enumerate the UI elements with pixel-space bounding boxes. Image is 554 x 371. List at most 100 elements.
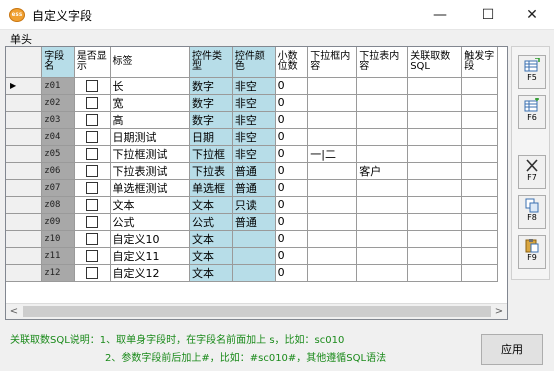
droptable-content-cell[interactable]	[356, 111, 409, 129]
decimals-cell[interactable]: 0	[275, 145, 309, 163]
control-type-cell[interactable]: 下拉框	[189, 145, 233, 163]
label-cell[interactable]: 公式	[110, 213, 191, 231]
col-header-related-sql[interactable]: 关联取数SQL	[407, 47, 463, 78]
label-cell[interactable]: 高	[110, 111, 191, 129]
show-checkbox-cell[interactable]	[74, 264, 111, 282]
label-cell[interactable]: 长	[110, 77, 191, 95]
related-sql-cell[interactable]	[407, 179, 463, 197]
dropdown-content-cell[interactable]	[307, 213, 358, 231]
related-sql-cell[interactable]	[407, 162, 463, 180]
trigger-field-cell[interactable]	[461, 230, 498, 248]
show-checkbox[interactable]	[86, 267, 99, 279]
scroll-left-arrow[interactable]: <	[6, 304, 22, 319]
control-color-cell[interactable]: 只读	[232, 196, 276, 214]
show-checkbox-cell[interactable]	[74, 128, 111, 146]
table-row[interactable]: z05 下拉框测试 下拉框 非空 0 一|二	[6, 145, 498, 163]
show-checkbox-cell[interactable]	[74, 145, 111, 163]
col-header-trigger-field[interactable]: 触发字段	[461, 47, 498, 78]
control-type-cell[interactable]: 文本	[189, 247, 233, 265]
label-cell[interactable]: 下拉框测试	[110, 145, 191, 163]
show-checkbox[interactable]	[86, 216, 99, 228]
col-header-droptable-content[interactable]: 下拉表内容	[356, 47, 409, 78]
related-sql-cell[interactable]	[407, 128, 463, 146]
show-checkbox-cell[interactable]	[74, 162, 111, 180]
show-checkbox[interactable]	[86, 199, 99, 211]
col-header-decimals[interactable]: 小数位数	[275, 47, 309, 78]
table-row[interactable]: z07 单选框测试 单选框 普通 0	[6, 179, 498, 197]
show-checkbox[interactable]	[86, 114, 99, 126]
close-button[interactable]: ✕	[512, 0, 552, 30]
droptable-content-cell[interactable]	[356, 145, 409, 163]
trigger-field-cell[interactable]	[461, 196, 498, 214]
col-header-control-color[interactable]: 控件颜色	[232, 47, 276, 78]
show-checkbox-cell[interactable]	[74, 77, 111, 95]
insert-row-button[interactable]: F6	[518, 95, 546, 129]
droptable-content-cell[interactable]	[356, 247, 409, 265]
trigger-field-cell[interactable]	[461, 145, 498, 163]
label-cell[interactable]: 文本	[110, 196, 191, 214]
dropdown-content-cell[interactable]	[307, 196, 358, 214]
dropdown-content-cell[interactable]	[307, 264, 358, 282]
related-sql-cell[interactable]	[407, 145, 463, 163]
show-checkbox-cell[interactable]	[74, 111, 111, 129]
decimals-cell[interactable]: 0	[275, 264, 309, 282]
show-checkbox[interactable]	[86, 97, 99, 109]
show-checkbox-cell[interactable]	[74, 230, 111, 248]
show-checkbox-cell[interactable]	[74, 213, 111, 231]
related-sql-cell[interactable]	[407, 247, 463, 265]
trigger-field-cell[interactable]	[461, 111, 498, 129]
control-type-cell[interactable]: 文本	[189, 230, 233, 248]
dropdown-content-cell[interactable]	[307, 230, 358, 248]
related-sql-cell[interactable]	[407, 77, 463, 95]
droptable-content-cell[interactable]	[356, 196, 409, 214]
show-checkbox[interactable]	[86, 131, 99, 143]
related-sql-cell[interactable]	[407, 230, 463, 248]
droptable-content-cell[interactable]	[356, 77, 409, 95]
control-color-cell[interactable]: 普通	[232, 213, 276, 231]
show-checkbox-cell[interactable]	[74, 196, 111, 214]
droptable-content-cell[interactable]	[356, 230, 409, 248]
show-checkbox[interactable]	[86, 250, 99, 262]
table-row[interactable]: z06 下拉表测试 下拉表 普通 0 客户	[6, 162, 498, 180]
trigger-field-cell[interactable]	[461, 77, 498, 95]
decimals-cell[interactable]: 0	[275, 128, 309, 146]
decimals-cell[interactable]: 0	[275, 111, 309, 129]
droptable-content-cell[interactable]: 客户	[356, 162, 409, 180]
show-checkbox-cell[interactable]	[74, 94, 111, 112]
horizontal-scrollbar[interactable]: < >	[6, 303, 507, 319]
decimals-cell[interactable]: 0	[275, 196, 309, 214]
trigger-field-cell[interactable]	[461, 247, 498, 265]
col-header-show[interactable]: 是否显示	[74, 47, 111, 78]
dropdown-content-cell[interactable]	[307, 111, 358, 129]
table-row[interactable]: z11 自定义11 文本 0	[6, 247, 498, 265]
decimals-cell[interactable]: 0	[275, 94, 309, 112]
control-type-cell[interactable]: 下拉表	[189, 162, 233, 180]
scroll-thumb[interactable]	[23, 306, 491, 317]
control-color-cell[interactable]: 非空	[232, 111, 276, 129]
related-sql-cell[interactable]	[407, 111, 463, 129]
droptable-content-cell[interactable]	[356, 213, 409, 231]
col-header-dropdown-content[interactable]: 下拉框内容	[307, 47, 358, 78]
related-sql-cell[interactable]	[407, 196, 463, 214]
table-row[interactable]: z02 宽数字 非空 0	[6, 94, 498, 112]
table-row[interactable]: z04 日期测试 日期 非空 0	[6, 128, 498, 146]
decimals-cell[interactable]: 0	[275, 179, 309, 197]
control-color-cell[interactable]	[232, 230, 276, 248]
related-sql-cell[interactable]	[407, 213, 463, 231]
trigger-field-cell[interactable]	[461, 213, 498, 231]
droptable-content-cell[interactable]	[356, 179, 409, 197]
show-checkbox[interactable]	[86, 148, 99, 160]
table-row[interactable]: z03 高数字 非空 0	[6, 111, 498, 129]
droptable-content-cell[interactable]	[356, 94, 409, 112]
dropdown-content-cell[interactable]	[307, 162, 358, 180]
show-checkbox[interactable]	[86, 233, 99, 245]
trigger-field-cell[interactable]	[461, 264, 498, 282]
paste-button[interactable]: F9	[518, 235, 546, 269]
control-type-cell[interactable]: 数字	[189, 111, 233, 129]
dropdown-content-cell[interactable]	[307, 179, 358, 197]
control-color-cell[interactable]: 非空	[232, 94, 276, 112]
col-header-field-name[interactable]: 字段名	[41, 47, 75, 78]
decimals-cell[interactable]: 0	[275, 213, 309, 231]
control-type-cell[interactable]: 数字	[189, 94, 233, 112]
show-checkbox[interactable]	[86, 165, 99, 177]
